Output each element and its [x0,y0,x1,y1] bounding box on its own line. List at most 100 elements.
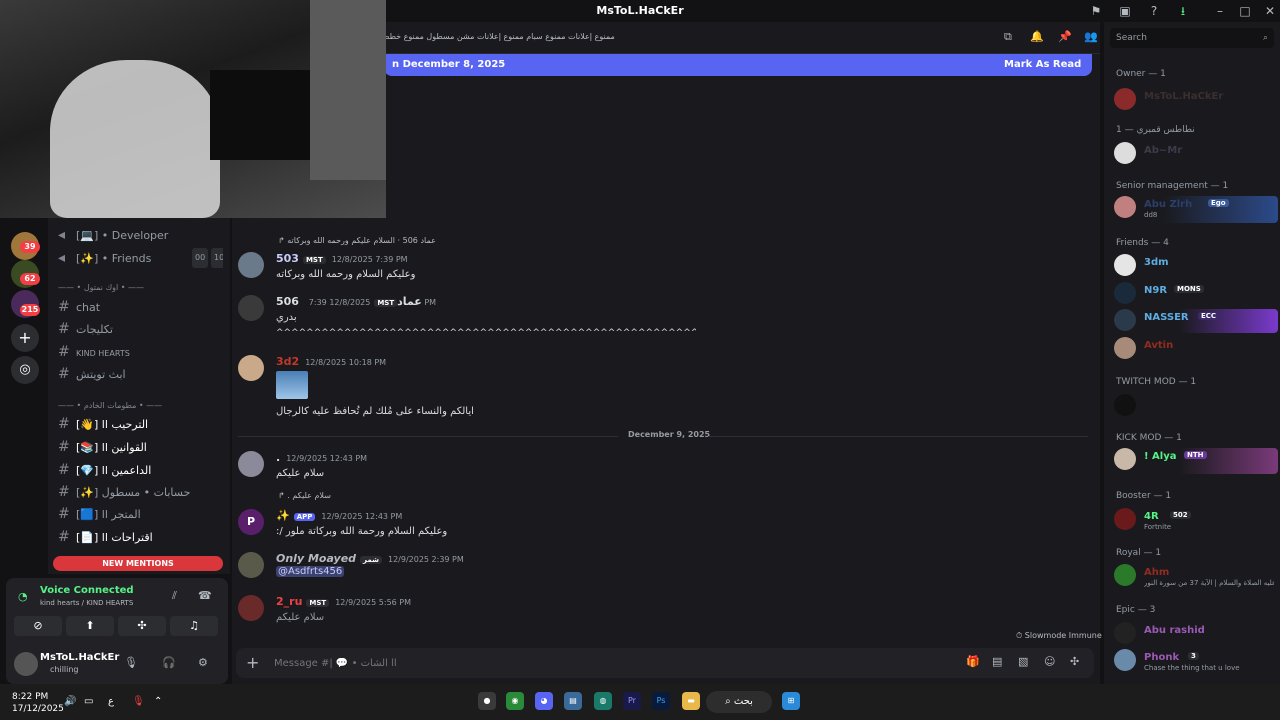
soundboard-button[interactable]: ♫ [170,616,218,636]
folder-icon[interactable]: ▬ [682,692,700,710]
members-icon[interactable]: 👥 [1084,30,1098,43]
reply-preview[interactable]: ↱ عماد 506 · السلام عليكم ورحمه الله وبر… [278,236,436,245]
network-icon[interactable]: ▭ [84,696,93,707]
inbox-icon[interactable]: ⚑ [1088,3,1104,19]
minimize-button[interactable]: – [1212,3,1228,19]
channel-topic[interactable]: ممنوع إعلانات ممنوع سبام ممنوع إعلانات م… [382,32,615,41]
avatar[interactable] [238,595,264,621]
member-item[interactable]: Phonk 3 Chase the thing that u love [1114,649,1278,673]
screenshare-button[interactable]: ⬆ [66,616,114,636]
browser-icon[interactable]: ◍ [594,692,612,710]
bell-icon[interactable]: 🔔 [1030,30,1044,43]
username[interactable]: 3d2 [276,355,299,368]
channel-item[interactable]: # [👋] ll الترحيب [58,414,223,434]
member-item[interactable]: 4R 502 Fortnite [1114,508,1278,532]
apps-icon[interactable]: ✣ [1070,655,1079,668]
channel-friends[interactable]: ◂ [✨] • Friends 00 10 [58,248,223,268]
category-header[interactable]: —— • مطومات الخادم • —— [58,401,223,410]
channel-item[interactable]: # تكليجات [58,319,223,339]
taskbar-search-label: بحث [733,696,753,707]
username[interactable]: 2_ru [276,595,302,608]
discord-icon[interactable]: ◕ [535,692,553,710]
voice-channel[interactable]: kind hearts / KIND HEARTS [40,599,133,607]
language-indicator[interactable]: ع [108,696,114,707]
channel-item[interactable]: # [📚] ll القوانين [58,437,223,457]
maximize-button[interactable]: □ [1237,3,1253,19]
volume-icon[interactable]: 🔊 [64,696,76,707]
app-icon[interactable]: ▤ [564,692,582,710]
clock-date[interactable]: 17/12/2025 [12,704,64,714]
download-icon[interactable]: ⭳ [1175,3,1191,19]
channel-chat[interactable]: # chat [58,297,223,317]
avatar[interactable] [238,355,264,381]
close-button[interactable]: ✕ [1262,3,1278,19]
member-item[interactable]: Avtin [1114,337,1278,361]
new-mentions-button[interactable]: NEW MENTIONS [53,556,223,571]
taskbar-search[interactable]: ⌕ بحث [706,691,772,713]
unread-banner[interactable]: n December 8, 2025 Mark As Read [384,54,1092,76]
threads-icon[interactable]: ⧉ [1004,30,1012,44]
member-item[interactable]: N9R MONS [1114,282,1278,306]
username[interactable]: ✨ [276,509,290,522]
premiere-icon[interactable]: Pr [623,692,641,710]
app-icon[interactable]: ● [478,692,496,710]
member-item[interactable]: NASSER ECC [1114,309,1278,333]
discover-icon[interactable]: ◎ [11,356,39,384]
avatar[interactable]: P [238,509,264,535]
gif-icon[interactable]: ▤ [992,655,1002,668]
username[interactable]: Only Moayed [276,552,356,565]
mic-icon[interactable]: 🎙 [124,656,138,669]
member-item[interactable]: ! Alya NTH [1114,448,1278,474]
avatar[interactable] [238,451,264,477]
avatar[interactable] [14,652,38,676]
member-item[interactable]: Ahm عليه الصلاة والسلام | الآية 37 من سور… [1114,564,1278,588]
voice-status[interactable]: Voice Connected [40,585,134,596]
help-icon[interactable]: ? [1146,3,1162,19]
channel-item[interactable]: # [✨] حسابات • مسطول [58,482,223,502]
noise-icon[interactable]: ⫽ [172,589,177,603]
member-item[interactable]: Abu rashid [1114,622,1278,646]
channel-item[interactable]: # [📄] ll اقتراحات [58,527,223,547]
member-item[interactable]: Abu Zlrh Ego dd8 [1114,196,1278,223]
start-icon[interactable]: ⊞ [782,692,800,710]
gift-icon[interactable]: 🎁 [966,655,980,668]
category-header[interactable]: —— • اوك نمتول • —— [58,283,223,292]
camera-button[interactable]: ⊘ [14,616,62,636]
channel-item[interactable]: # ابث تويتش [58,364,223,384]
username[interactable]: 503 [276,252,299,265]
avatar[interactable] [238,252,264,278]
mention-link[interactable]: @Asdfrts456 [276,566,345,577]
attachment-image[interactable] [276,371,308,399]
username[interactable]: . [276,451,280,464]
sticker-icon[interactable]: ▧ [1018,655,1028,668]
reply-preview[interactable]: ↱ . سلام عليكم [278,491,331,500]
screen-icon[interactable]: ▣ [1117,3,1133,19]
disconnect-icon[interactable]: ☎ [198,589,212,602]
username[interactable]: MsToL.HaCkEr [40,652,119,663]
search-input[interactable]: Search ⌕ [1110,28,1274,48]
message-input[interactable] [274,655,774,671]
add-attachment-icon[interactable]: + [246,653,259,672]
headset-icon[interactable]: 🎧 [162,656,176,669]
activities-button[interactable]: ✣ [118,616,166,636]
emoji-icon[interactable]: ☺ [1044,655,1055,668]
settings-icon[interactable]: ⚙ [198,656,208,669]
channel-developer[interactable]: ◂ [💻] • Developer [58,225,223,245]
channel-item[interactable]: # [🟦] ll المتجر [58,504,223,524]
mic-tray-icon[interactable]: 🎙 [132,696,145,707]
avatar[interactable] [238,552,264,578]
member-item[interactable] [1114,394,1278,418]
add-server-icon[interactable]: + [11,324,39,352]
chrome-icon[interactable]: ◉ [506,692,524,710]
photoshop-icon[interactable]: Ps [652,692,670,710]
channel-item[interactable]: # KIND HEARTS [58,342,223,362]
member-item[interactable]: 3dm [1114,254,1278,278]
member-item[interactable]: Ab~Mr [1114,142,1278,166]
tray-chevron-icon[interactable]: ⌃ [154,696,162,707]
pin-icon[interactable]: 📌 [1058,30,1072,43]
member-item[interactable]: MsToL.HaCkEr [1114,88,1278,112]
avatar[interactable] [238,295,264,321]
clock-time[interactable]: 8:22 PM [12,692,48,702]
channel-item[interactable]: # [💎] ll الداعمين [58,460,223,480]
mark-read-button[interactable]: Mark As Read [1004,59,1081,70]
